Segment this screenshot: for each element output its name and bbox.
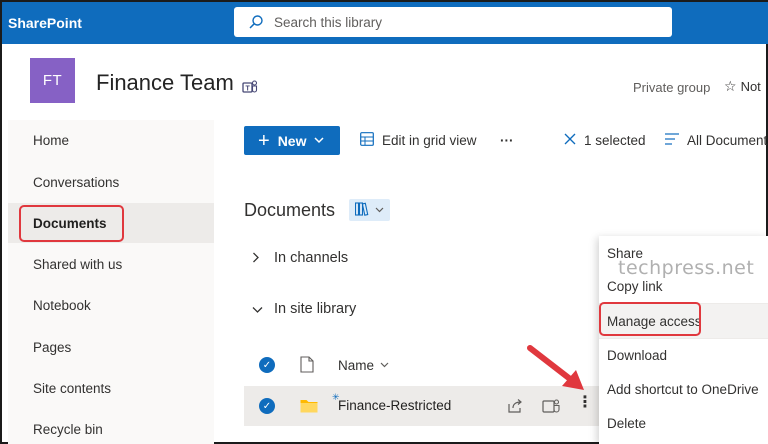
library-view-toggle[interactable] <box>349 199 390 221</box>
view-switcher-button[interactable]: All Documents <box>665 126 768 155</box>
manage-access-highlight <box>599 302 701 336</box>
menu-item-download[interactable]: Download <box>599 338 768 372</box>
nav-item-shared-with-us[interactable]: Shared with us <box>8 244 214 284</box>
teams-icon[interactable]: T <box>242 75 258 93</box>
group-label: In site library <box>274 301 357 317</box>
svg-text:T: T <box>245 86 250 93</box>
search-icon <box>248 14 264 30</box>
site-logo[interactable]: FT <box>30 58 75 103</box>
group-in-site-library[interactable]: In site library <box>252 297 356 321</box>
edit-grid-view-label: Edit in grid view <box>382 133 477 148</box>
folder-icon <box>300 398 318 413</box>
more-options-icon[interactable]: ⋮ <box>577 395 593 411</box>
list-icon <box>665 133 679 148</box>
nav-item-site-contents[interactable]: Site contents <box>8 368 214 408</box>
suite-bar: SharePoint <box>2 2 768 44</box>
watermark-text: techpress.net <box>618 257 755 279</box>
group-label: In channels <box>274 250 349 266</box>
menu-item-delete[interactable]: Delete <box>599 406 768 440</box>
nav-item-recycle-bin[interactable]: Recycle bin <box>8 409 214 444</box>
nav-item-notebook[interactable]: Notebook <box>8 285 214 325</box>
edit-grid-view-button[interactable]: Edit in grid view <box>360 126 477 155</box>
nav-item-conversations[interactable]: Conversations <box>8 162 214 202</box>
follow-button[interactable]: ☆ Not <box>724 78 761 95</box>
library-icon <box>354 201 371 219</box>
grid-icon <box>360 132 374 149</box>
chevron-down-icon <box>380 360 389 371</box>
site-title-text: Finance Team <box>96 70 234 95</box>
plus-icon: + <box>258 129 270 152</box>
clear-selection-button[interactable]: 1 selected <box>564 126 646 155</box>
column-header-name[interactable]: Name <box>338 358 389 373</box>
group-in-channels[interactable]: In channels <box>252 246 348 270</box>
follow-label: Not <box>740 79 761 94</box>
more-commands-button[interactable]: ··· <box>500 126 514 155</box>
selected-count-label: 1 selected <box>584 133 646 148</box>
private-group-label: Private group <box>633 80 711 95</box>
select-all-checkbox[interactable]: ✓ <box>259 357 275 373</box>
site-title[interactable]: Finance Team T <box>96 70 258 96</box>
left-navigation: Home Conversations Documents Shared with… <box>8 120 214 444</box>
close-icon <box>564 133 576 148</box>
nav-item-home[interactable]: Home <box>8 120 214 160</box>
row-checkbox[interactable]: ✓ <box>259 398 275 414</box>
chevron-down-icon <box>314 135 325 147</box>
chevron-down-icon <box>375 204 384 216</box>
star-icon: ☆ <box>724 78 737 94</box>
pointer-arrow-icon <box>527 345 584 390</box>
share-icon[interactable] <box>507 398 523 414</box>
column-header-label: Name <box>338 358 375 373</box>
chevron-right-icon <box>252 251 274 266</box>
row-file-name[interactable]: Finance-Restricted <box>338 398 451 413</box>
file-type-icon[interactable] <box>300 356 314 373</box>
new-button-label: New <box>277 132 307 149</box>
chevron-down-icon <box>252 302 274 317</box>
documents-highlight <box>19 205 124 242</box>
menu-item-add-shortcut[interactable]: Add shortcut to OneDrive <box>599 372 768 406</box>
nav-item-pages[interactable]: Pages <box>8 327 214 367</box>
view-switcher-label: All Documents <box>687 133 768 148</box>
new-button[interactable]: + New <box>244 126 340 155</box>
search-input[interactable] <box>274 14 654 30</box>
search-box[interactable] <box>234 7 672 37</box>
library-title: Documents <box>244 200 336 220</box>
teams-chat-icon[interactable] <box>542 398 560 414</box>
site-header: FT Finance Team T Private group ☆ Not <box>2 44 768 120</box>
app-brand[interactable]: SharePoint <box>2 15 234 31</box>
